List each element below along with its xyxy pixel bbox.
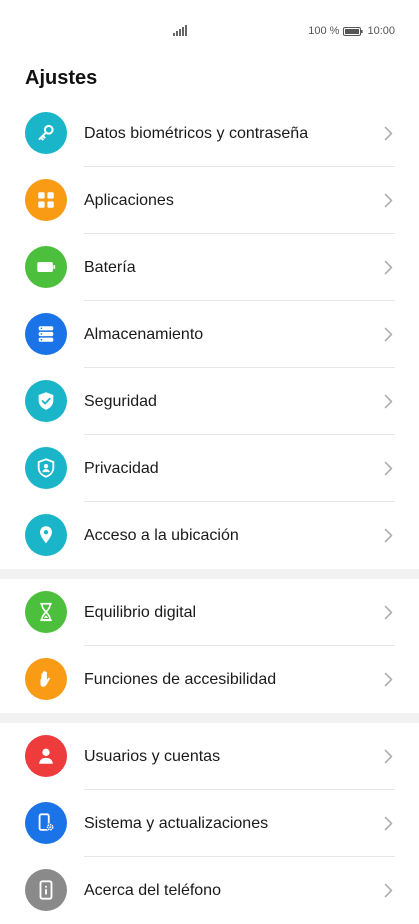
settings-item-aplicaciones[interactable]: Aplicaciones: [0, 167, 419, 234]
settings-item-label: Usuarios y cuentas: [84, 747, 221, 765]
chevron-right-icon: [384, 394, 393, 409]
settings-group: Equilibrio digital Funciones de accesibil…: [0, 579, 419, 713]
page-title: Ajustes: [25, 67, 98, 89]
settings-item-label: Funciones de accesibilidad: [84, 670, 277, 688]
settings-group: Datos biométricos y contraseña Aplicacion…: [0, 100, 419, 569]
signal-icon: [173, 25, 187, 36]
chevron-right-icon: [384, 816, 393, 831]
settings-item-label: Privacidad: [84, 459, 159, 477]
settings-item-almacenamiento[interactable]: Almacenamiento: [0, 301, 419, 368]
settings-item-label: Seguridad: [84, 392, 157, 410]
clock: 10:00: [367, 25, 395, 37]
chevron-right-icon: [384, 528, 393, 543]
phone-gear-icon: [25, 802, 67, 844]
settings-item-bateria[interactable]: Batería: [0, 234, 419, 301]
settings-item-label: Almacenamiento: [84, 325, 204, 343]
shield-check-icon: [25, 380, 67, 422]
chevron-right-icon: [384, 327, 393, 342]
settings-item-datos-biometricos-y-contrasena[interactable]: Datos biométricos y contraseña: [0, 100, 419, 167]
location-pin-icon: [25, 514, 67, 556]
battery-icon: [25, 246, 67, 288]
settings-item-label: Acceso a la ubicación: [84, 526, 239, 544]
battery-status-icon: [343, 26, 364, 36]
user-icon: [25, 735, 67, 777]
settings-item-funciones-de-accesibilidad[interactable]: Funciones de accesibilidad: [0, 646, 419, 713]
group-separator: [0, 569, 419, 579]
chevron-right-icon: [384, 749, 393, 764]
chevron-right-icon: [384, 126, 393, 141]
group-separator: [0, 713, 419, 723]
settings-item-label: Batería: [84, 258, 136, 276]
storage-icon: [25, 313, 67, 355]
chevron-right-icon: [384, 260, 393, 275]
settings-item-label: Aplicaciones: [84, 191, 174, 209]
chevron-right-icon: [384, 672, 393, 687]
hand-icon: [25, 658, 67, 700]
status-bar: 100 % 10:00: [0, 0, 419, 62]
settings-item-sistema-y-actualizaciones[interactable]: Sistema y actualizaciones: [0, 790, 419, 857]
privacy-shield-icon: [25, 447, 67, 489]
settings-item-label: Datos biométricos y contraseña: [84, 124, 309, 142]
chevron-right-icon: [384, 883, 393, 898]
settings-item-acceso-a-la-ubicacion[interactable]: Acceso a la ubicación: [0, 502, 419, 569]
settings-item-privacidad[interactable]: Privacidad: [0, 435, 419, 502]
settings-item-acerca-del-telefono[interactable]: Acerca del teléfono: [0, 857, 419, 924]
status-right: 100 % 10:00: [308, 24, 395, 38]
chevron-right-icon: [384, 605, 393, 620]
settings-item-seguridad[interactable]: Seguridad: [0, 368, 419, 435]
settings-item-label: Acerca del teléfono: [84, 881, 221, 899]
battery-percentage: 100 %: [308, 25, 340, 37]
chevron-right-icon: [384, 193, 393, 208]
settings-item-usuarios-y-cuentas[interactable]: Usuarios y cuentas: [0, 723, 419, 790]
settings-item-label: Sistema y actualizaciones: [84, 814, 269, 832]
chevron-right-icon: [384, 461, 393, 476]
settings-group: Usuarios y cuentas Sistema y actualizacio…: [0, 723, 419, 924]
settings-item-label: Equilibrio digital: [84, 603, 197, 621]
key-icon: [25, 112, 67, 154]
phone-info-icon: [25, 869, 67, 911]
settings-item-equilibrio-digital[interactable]: Equilibrio digital: [0, 579, 419, 646]
apps-icon: [25, 179, 67, 221]
hourglass-icon: [25, 591, 67, 633]
